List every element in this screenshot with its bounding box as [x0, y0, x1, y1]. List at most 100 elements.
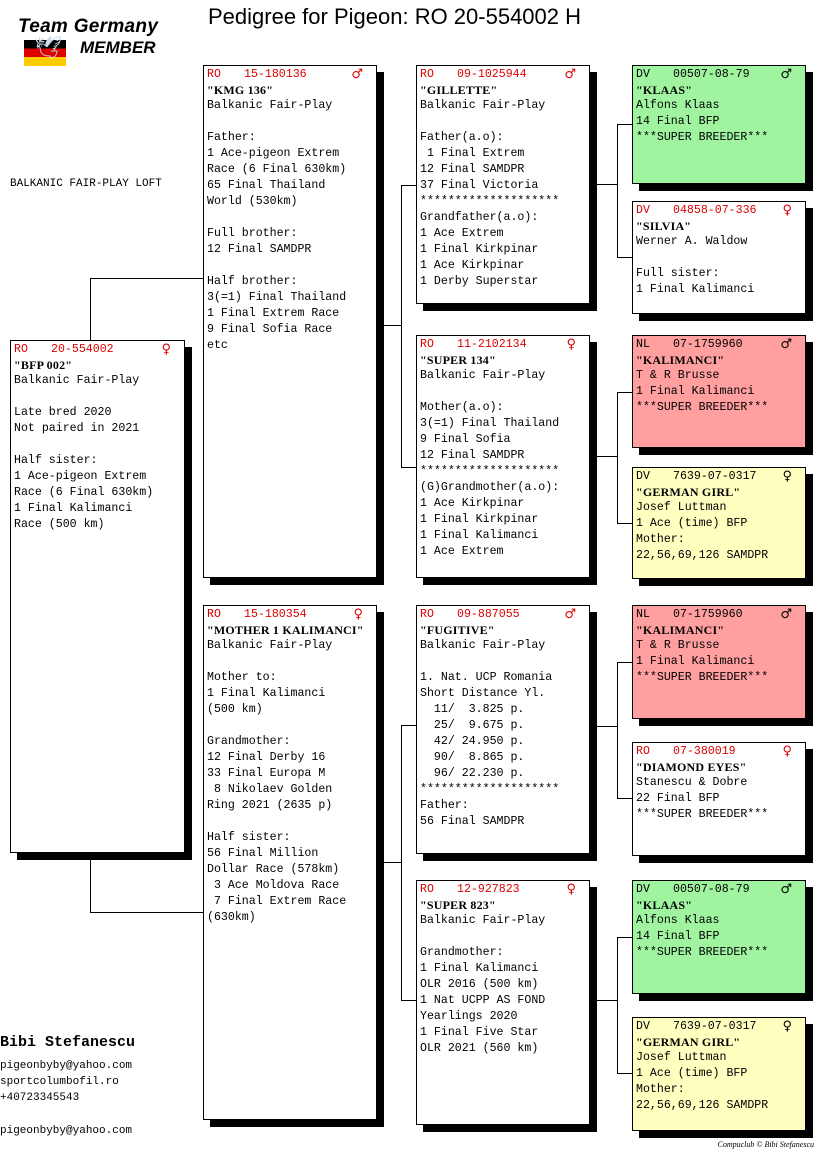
pigeon-info-line: 65 Final Thailand	[207, 179, 326, 192]
pigeon-info-line	[207, 654, 373, 670]
connector-line	[617, 662, 632, 663]
pigeon-header: RO 20-554002 ♀	[14, 342, 181, 357]
pigeon-card-subject[interactable]: RO 20-554002 ♀ "BFP 002" Balkanic Fair-Play L…	[10, 340, 185, 853]
pigeon-info-line	[420, 929, 586, 945]
ring-number: 15-180136	[244, 68, 307, 81]
pigeon-info-line: Josef Luttman	[636, 1051, 727, 1064]
pigeon-info-line: 22,56,69,126 SAMDPR	[636, 1099, 769, 1112]
pigeon-card-mmf[interactable]: DV 00507-08-79 ♂ "KLAAS" Alfons Klaas 14 Fina…	[632, 880, 806, 994]
pigeon-card-mfm[interactable]: RO 07-380019 ♀ "DIAMOND EYES" Stanescu & Dob…	[632, 742, 806, 856]
pigeon-card-mf[interactable]: RO 09-887055 ♂ "FUGITIVE" Balkanic Fair-Play…	[416, 605, 590, 854]
pigeon-info-line: 12 Final SAMDPR	[420, 163, 525, 176]
pigeon-header: RO 11-2102134 ♀	[420, 337, 586, 352]
contact-email-2[interactable]: pigeonbyby@yahoo.com	[0, 1125, 132, 1137]
pigeon-info-line: 1 Ace Kirkpinar	[420, 497, 525, 510]
owner-name: Bibi Stefanescu	[0, 1034, 136, 1051]
pigeon-header: RO 07-380019 ♀	[636, 744, 802, 759]
pigeon-info-line: Stanescu & Dobre	[636, 776, 748, 789]
pigeon-info-line: (500 km)	[207, 703, 263, 716]
pigeon-info-line: Father:	[207, 131, 256, 144]
pigeon-info-line	[207, 114, 373, 130]
pigeon-info-line: Mother:	[636, 1083, 685, 1096]
pigeon-info-line: 1 Nat UCPP AS FOND	[420, 994, 546, 1007]
pigeon-info-line: Race (6 Final 630km)	[14, 486, 154, 499]
pigeon-info-line	[14, 389, 181, 405]
pigeon-name: "BFP 002"	[14, 358, 73, 372]
pigeon-name: "GILLETTE"	[420, 83, 498, 97]
pigeon-header: RO 09-1025944 ♂	[420, 67, 586, 82]
copyright: Compuclub © Bibi Stefanescu	[717, 1140, 814, 1149]
female-icon: ♀	[782, 469, 792, 484]
pigeon-card-ffm[interactable]: DV 04858-07-336 ♀ "SILVIA" Werner A. Waldow F…	[632, 201, 806, 314]
male-icon: ♂	[564, 607, 576, 622]
pigeon-info-line: ***SUPER BREEDER***	[636, 671, 769, 684]
female-icon: ♀	[782, 744, 792, 759]
pigeon-info-line: 9 Final Sofia Race	[207, 323, 333, 336]
pigeon-card-fmm[interactable]: DV 7639-07-0317 ♀ "GERMAN GIRL" Josef Luttma…	[632, 467, 806, 579]
pigeon-card-mmm[interactable]: DV 7639-07-0317 ♀ "GERMAN GIRL" Josef Luttma…	[632, 1017, 806, 1131]
pigeon-info-line: 1 Final Kalimanci	[636, 385, 755, 398]
ring-number: 00507-08-79	[673, 883, 750, 896]
male-icon: ♂	[351, 67, 363, 82]
pigeon-info-line: (G)Grandmother(a.o):	[420, 481, 560, 494]
pigeon-info-line: Father:	[420, 799, 469, 812]
country-code: DV	[636, 68, 650, 81]
pigeon-info-line: ********************	[420, 783, 560, 796]
pigeon-header: NL 07-1759960 ♂	[636, 337, 802, 352]
pigeon-name: "GERMAN GIRL"	[636, 485, 741, 499]
country-code: RO	[420, 883, 434, 896]
pigeon-info-line: Full brother:	[207, 227, 298, 240]
pigeon-info-line	[207, 210, 373, 226]
country-code: RO	[636, 745, 650, 758]
pigeon-info-line: ***SUPER BREEDER***	[636, 131, 769, 144]
pigeon-info-line: OLR 2016 (500 km)	[420, 978, 539, 991]
pigeon-card-fm[interactable]: RO 11-2102134 ♀ "SUPER 134" Balkanic Fair-Pl…	[416, 335, 590, 578]
connector-line	[617, 1073, 632, 1074]
pigeon-info-line: 11/ 3.825 p.	[420, 703, 525, 716]
connector-line	[617, 392, 618, 523]
pigeon-card-ff[interactable]: RO 09-1025944 ♂ "GILLETTE" Balkanic Fair-Pla…	[416, 65, 590, 304]
connector-line	[617, 937, 632, 938]
pigeon-card-mother[interactable]: RO 15-180354 ♀ "MOTHER 1 KALIMANCI" Balkanic…	[203, 605, 377, 1120]
male-icon: ♂	[780, 607, 792, 622]
ring-number: 09-1025944	[457, 68, 527, 81]
connector-line	[617, 124, 632, 125]
contact-email[interactable]: pigeonbyby@yahoo.com	[0, 1060, 132, 1072]
pigeon-info-line: 14 Final BFP	[636, 115, 720, 128]
male-icon: ♂	[780, 882, 792, 897]
pigeon-info-line: 22,56,69,126 SAMDPR	[636, 549, 769, 562]
pigeon-info-line: Ring 2021 (2635 p)	[207, 799, 333, 812]
connector-line	[617, 937, 618, 1073]
pigeon-card-father[interactable]: RO 15-180136 ♂ "KMG 136" Balkanic Fair-Play F…	[203, 65, 377, 578]
pigeon-header: DV 00507-08-79 ♂	[636, 882, 802, 897]
contact-website[interactable]: sportcolumbofil.ro	[0, 1076, 119, 1088]
pigeon-info-line: Not paired in 2021	[14, 422, 140, 435]
female-icon: ♀	[161, 342, 171, 357]
connector-line	[90, 278, 203, 279]
pigeon-card-fmf[interactable]: NL 07-1759960 ♂ "KALIMANCI" T & R Brusse 1 Fi…	[632, 335, 806, 448]
connector-line	[376, 862, 401, 863]
pigeon-name: "KLAAS"	[636, 83, 693, 97]
connector-line	[401, 467, 416, 468]
pigeon-card-mm[interactable]: RO 12-927823 ♀ "SUPER 823" Balkanic Fair-Pla…	[416, 880, 590, 1125]
connector-line	[617, 124, 618, 257]
pigeon-card-mff[interactable]: NL 07-1759960 ♂ "KALIMANCI" T & R Brusse 1 Fi…	[632, 605, 806, 719]
pigeon-info-line: 12 Final SAMDPR	[420, 449, 525, 462]
pigeon-name: "MOTHER 1 KALIMANCI"	[207, 623, 364, 637]
pigeon-name: "KALIMANCI"	[636, 353, 725, 367]
pigeon-name: "KALIMANCI"	[636, 623, 725, 637]
pigeon-info-line: 1 Ace-pigeon Extrem	[207, 147, 340, 160]
pigeon-header: DV 00507-08-79 ♂	[636, 67, 802, 82]
pigeon-info-line: 90/ 8.865 p.	[420, 751, 525, 764]
country-code: DV	[636, 204, 650, 217]
connector-line	[401, 185, 416, 186]
pigeon-info-line: 1 Final Kirkpinar	[420, 243, 539, 256]
connector-line	[590, 456, 617, 457]
pigeon-info-line: Mother to:	[207, 671, 277, 684]
pigeon-info-line: T & R Brusse	[636, 369, 720, 382]
pigeon-name: "GERMAN GIRL"	[636, 1035, 741, 1049]
pigeon-card-fff[interactable]: DV 00507-08-79 ♂ "KLAAS" Alfons Klaas 14 Fina…	[632, 65, 806, 184]
male-icon: ♂	[564, 67, 576, 82]
pigeon-info-line: 1 Ace (time) BFP	[636, 517, 748, 530]
pigeon-info-line: 1 Final Kalimanci	[207, 687, 326, 700]
